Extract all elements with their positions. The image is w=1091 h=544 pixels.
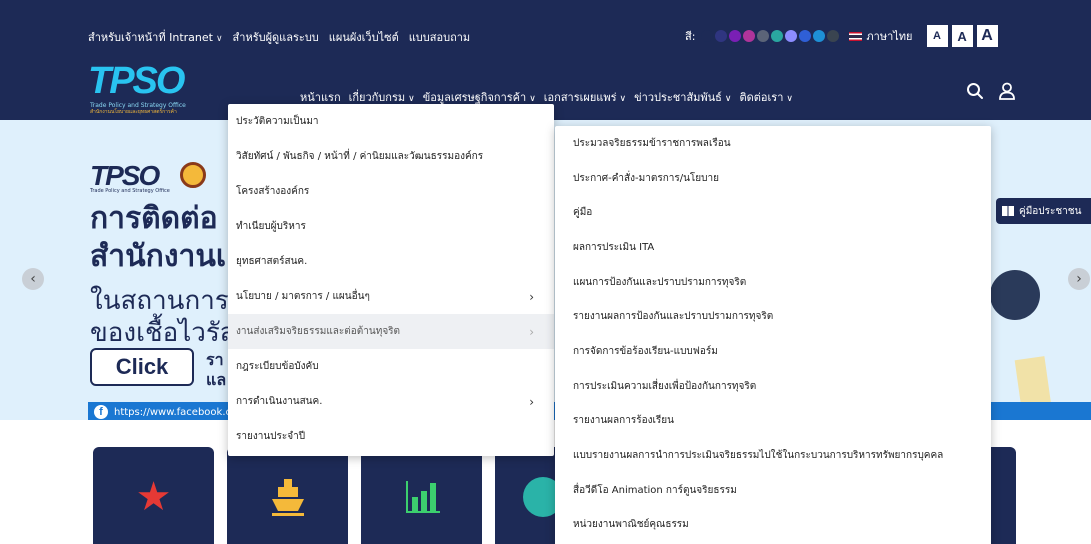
menu-item-strategy[interactable]: ยุทธศาสตร์สนค. xyxy=(228,244,554,279)
submenu-item[interactable]: ประกาศ-คำสั่ง-มาตรการ/นโยบาย xyxy=(555,161,991,196)
click-button[interactable]: Click xyxy=(90,348,194,386)
citizen-manual-label: คู่มือประชาชน xyxy=(1019,205,1082,217)
citizen-manual-button[interactable]: คู่มือประชาชน xyxy=(996,198,1091,224)
chevron-down-icon: ∨ xyxy=(215,34,223,44)
service-card[interactable]: ★ xyxy=(93,447,214,544)
color-label: สี: xyxy=(685,30,696,43)
admin-link[interactable]: สำหรับผู้ดูแลระบบ xyxy=(233,28,319,46)
facebook-icon: f xyxy=(94,405,108,419)
menu-item-history[interactable]: ประวัติความเป็นมา xyxy=(228,104,554,139)
submenu-item[interactable]: สื่อวีดีโอ Animation การ์ตูนจริยธรรม xyxy=(555,473,991,508)
chevron-down-icon: ∨ xyxy=(619,94,627,104)
top-utility-bar: สำหรับเจ้าหน้าที่ Intranet ∨ สำหรับผู้ดูแ… xyxy=(88,28,470,46)
chevron-down-icon: ∨ xyxy=(408,94,415,104)
logo-subtitle-th: สำนักงานนโยบายและยุทธศาสตร์การค้า xyxy=(90,109,177,115)
book-icon xyxy=(1002,206,1014,216)
color-swatch[interactable] xyxy=(813,30,826,42)
submenu-item[interactable]: การจัดการข้อร้องเรียน-แบบฟอร์ม xyxy=(555,334,991,369)
chevron-right-icon: › xyxy=(529,394,534,409)
accessibility-tools: สี: ภาษาไทย A A A xyxy=(685,25,998,47)
submenu-item[interactable]: ประมวลจริยธรรมข้าราชการพลเรือน xyxy=(555,126,991,161)
submenu-item[interactable]: แผนการป้องกันและปราบปรามการทุจริต xyxy=(555,265,991,300)
menu-item-vision[interactable]: วิสัยทัศน์ / พันธกิจ / หน้าที่ / ค่านิยม… xyxy=(228,139,554,174)
thai-flag-icon xyxy=(849,31,863,41)
chevron-right-icon: › xyxy=(529,289,534,304)
chevron-down-icon: ∨ xyxy=(786,94,793,104)
hero-text-2: ของเชื้อไวรัสโ xyxy=(90,318,250,348)
site-header: สำหรับเจ้าหน้าที่ Intranet ∨ สำหรับผู้ดูแ… xyxy=(0,0,1091,120)
intranet-link[interactable]: สำหรับเจ้าหน้าที่ Intranet ∨ xyxy=(88,28,223,46)
user-icon[interactable] xyxy=(998,82,1016,100)
language-label: ภาษาไทย xyxy=(866,30,913,43)
menu-item-operations[interactable]: การดำเนินงานสนค. › xyxy=(228,384,554,419)
color-swatch[interactable] xyxy=(715,30,728,42)
chevron-down-icon: ∨ xyxy=(724,94,732,104)
nav-contact[interactable]: ติดต่อเรา ∨ xyxy=(739,88,792,106)
facebook-link[interactable]: https://www.facebook.c xyxy=(114,407,231,418)
nav-publications[interactable]: เอกสารเผยแพร่ ∨ xyxy=(544,88,626,106)
color-swatch[interactable] xyxy=(757,30,770,42)
submenu-item[interactable]: การประเมินความเสี่ยงเพื่อป้องกันการทุจริ… xyxy=(555,369,991,404)
color-swatch[interactable] xyxy=(743,30,756,42)
about-dropdown-menu: ประวัติความเป็นมา วิสัยทัศน์ / พันธกิจ /… xyxy=(228,104,554,456)
language-selector[interactable]: ภาษาไทย xyxy=(849,27,913,45)
color-swatch[interactable] xyxy=(771,30,784,42)
submenu-item[interactable]: ผลการประเมิน ITA xyxy=(555,230,991,265)
bar-chart-icon xyxy=(405,481,440,513)
color-swatch[interactable] xyxy=(701,30,714,42)
search-icon[interactable] xyxy=(966,82,984,100)
color-swatch[interactable] xyxy=(785,30,798,42)
ship-icon xyxy=(271,479,304,516)
survey-link[interactable]: แบบสอบถาม xyxy=(409,28,470,46)
site-logo[interactable]: TPSO Trade Policy and Strategy Office สำ… xyxy=(88,62,228,118)
illustration-person xyxy=(990,270,1040,320)
carousel-next-button[interactable]: › xyxy=(1068,268,1090,290)
menu-item-annual-report[interactable]: รายงานประจำปี xyxy=(228,419,554,454)
chevron-right-icon: › xyxy=(529,324,534,339)
star-icon: ★ xyxy=(135,474,172,520)
submenu-item[interactable]: หน่วยงานพาณิชย์คุณธรรม xyxy=(555,508,991,543)
nav-news[interactable]: ข่าวประชาสัมพันธ์ ∨ xyxy=(634,88,731,106)
color-swatch[interactable] xyxy=(827,30,840,42)
hero-logo-subtitle: Trade Policy and Strategy Office xyxy=(90,188,170,194)
submenu-item[interactable]: คู่มือ xyxy=(555,195,991,230)
color-swatch[interactable] xyxy=(799,30,812,42)
color-swatch[interactable] xyxy=(729,30,742,42)
hero-side-text-2: แล xyxy=(206,370,227,389)
menu-item-ethics[interactable]: งานส่งเสริมจริยธรรมและต่อต้านทุจริต › xyxy=(228,314,554,349)
submenu-item[interactable]: รายงานผลการร้องเรียน xyxy=(555,404,991,439)
menu-item-regulations[interactable]: กฎระเบียบข้อบังคับ xyxy=(228,349,554,384)
submenu-item[interactable]: แบบรายงานผลการนำการประเมินจริยธรรมไปใช้ใ… xyxy=(555,438,991,473)
font-size-medium-button[interactable]: A xyxy=(951,25,973,47)
ministry-seal-icon xyxy=(180,162,206,188)
chevron-down-icon: ∨ xyxy=(529,94,536,104)
hero-heading-2: สำนักงานเ xyxy=(90,239,227,274)
menu-item-policy[interactable]: นโยบาย / มาตรการ / แผนอื่นๆ › xyxy=(228,279,554,314)
service-card[interactable] xyxy=(361,447,482,544)
logo-text: TPSO xyxy=(88,60,185,102)
logo-subtitle-en: Trade Policy and Strategy Office xyxy=(90,102,186,109)
font-size-small-button[interactable]: A xyxy=(926,25,948,47)
menu-item-executives[interactable]: ทำเนียบผู้บริหาร xyxy=(228,209,554,244)
hero-heading-1: การติดต่อ xyxy=(90,201,218,236)
menu-item-structure[interactable]: โครงสร้างองค์กร xyxy=(228,174,554,209)
submenu-item[interactable]: รายงานผลการป้องกันและปราบปรามการทุจริต xyxy=(555,299,991,334)
nav-icons xyxy=(966,82,1016,100)
service-card[interactable] xyxy=(227,447,348,544)
carousel-prev-button[interactable]: ‹ xyxy=(22,268,44,290)
sitemap-link[interactable]: แผนผังเว็บไซต์ xyxy=(329,28,399,46)
font-size-large-button[interactable]: A xyxy=(976,25,998,47)
ethics-submenu: ประมวลจริยธรรมข้าราชการพลเรือน ประกาศ-คำ… xyxy=(555,126,991,544)
